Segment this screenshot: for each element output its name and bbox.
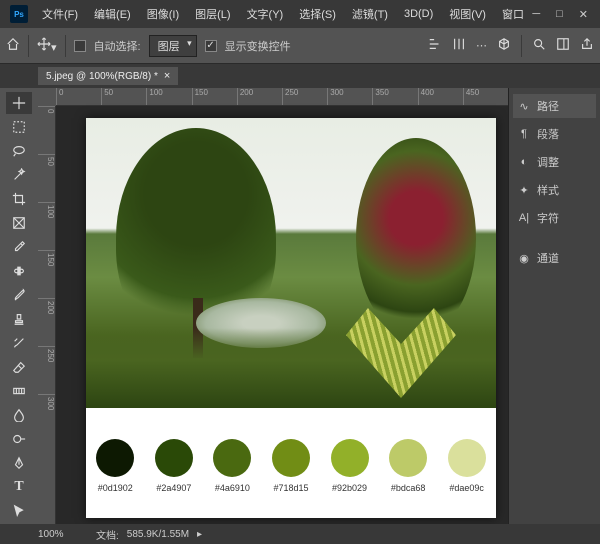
crop-tool[interactable] xyxy=(6,188,32,210)
close-icon[interactable]: ✕ xyxy=(579,8,588,21)
swatch-7: #dae09c xyxy=(448,439,486,493)
color-palette-strip: #0d1902 #2a4907 #4a6910 #718d15 #92b029 … xyxy=(86,408,496,518)
menu-filter[interactable]: 滤镜(T) xyxy=(344,6,396,22)
minimize-icon[interactable]: ─ xyxy=(532,8,540,21)
auto-select-label: 自动选择: xyxy=(94,38,141,54)
workspace-icon[interactable] xyxy=(556,37,570,54)
document-tab-strip: 5.jpeg @ 100%(RGB/8) * × xyxy=(0,64,600,88)
toolbox: T xyxy=(0,88,38,524)
doc-size-label: 文档: xyxy=(96,527,119,542)
share-icon[interactable] xyxy=(580,37,594,54)
blur-tool[interactable] xyxy=(6,404,32,426)
app-logo-icon: Ps xyxy=(10,5,28,23)
swatch-1: #0d1902 xyxy=(96,439,134,493)
auto-select-checkbox[interactable] xyxy=(74,40,86,52)
move-tool[interactable] xyxy=(6,92,32,114)
maximize-icon[interactable]: □ xyxy=(556,8,563,21)
menu-view[interactable]: 视图(V) xyxy=(441,6,494,22)
paragraph-icon: ¶ xyxy=(517,128,531,140)
distribute-icon[interactable] xyxy=(452,37,466,54)
ruler-horizontal[interactable]: 050100150200250300350400450 xyxy=(56,88,508,106)
channels-icon: ◉ xyxy=(517,252,531,265)
menu-select[interactable]: 选择(S) xyxy=(291,6,344,22)
right-panel-dock: ∿路径 ¶段落 ◐调整 ✦样式 A|字符 ◉通道 xyxy=(508,88,600,524)
home-icon[interactable] xyxy=(6,37,20,54)
menu-3d[interactable]: 3D(D) xyxy=(396,8,441,20)
menu-text[interactable]: 文字(Y) xyxy=(239,6,292,22)
status-chevron-icon[interactable]: ▸ xyxy=(197,529,202,540)
search-icon[interactable] xyxy=(532,37,546,54)
stamp-tool[interactable] xyxy=(6,308,32,330)
panel-channels[interactable]: ◉通道 xyxy=(513,246,596,270)
adjust-icon: ◐ xyxy=(517,156,531,168)
overflow-icon[interactable]: ⋯ xyxy=(476,39,487,52)
panel-paths[interactable]: ∿路径 xyxy=(513,94,596,118)
panel-adjust[interactable]: ◐调整 xyxy=(513,150,596,174)
history-brush-tool[interactable] xyxy=(6,332,32,354)
options-bar: ▾ 自动选择: 图层 显示变换控件 ⋯ xyxy=(0,28,600,64)
align-icon[interactable] xyxy=(428,37,442,54)
show-transform-checkbox[interactable] xyxy=(205,40,217,52)
wand-tool[interactable] xyxy=(6,164,32,186)
lasso-tool[interactable] xyxy=(6,140,32,162)
ruler-vertical[interactable]: 050100150200250300 xyxy=(38,106,56,524)
document-tab[interactable]: 5.jpeg @ 100%(RGB/8) * × xyxy=(38,67,178,85)
gradient-tool[interactable] xyxy=(6,380,32,402)
swatch-3: #4a6910 xyxy=(213,439,251,493)
canvas-area[interactable]: 050100150200250300350400450 050100150200… xyxy=(38,88,508,524)
heal-tool[interactable] xyxy=(6,260,32,282)
doc-size-value: 585.9K/1.55M xyxy=(127,529,189,540)
close-tab-icon[interactable]: × xyxy=(164,70,170,82)
eyedropper-tool[interactable] xyxy=(6,236,32,258)
menu-file[interactable]: 文件(F) xyxy=(34,6,86,22)
brush-tool[interactable] xyxy=(6,284,32,306)
3d-mode-icon[interactable] xyxy=(497,37,511,54)
styles-icon: ✦ xyxy=(517,184,531,197)
move-tool-indicator-icon[interactable]: ▾ xyxy=(37,37,57,54)
panel-character[interactable]: A|字符 xyxy=(513,206,596,230)
swatch-2: #2a4907 xyxy=(155,439,193,493)
path-select-tool[interactable] xyxy=(6,500,32,522)
menu-layer[interactable]: 图层(L) xyxy=(187,6,238,22)
swatch-6: #bdca68 xyxy=(389,439,427,493)
show-transform-label: 显示变换控件 xyxy=(225,38,291,54)
character-icon: A| xyxy=(517,212,531,224)
frame-tool[interactable] xyxy=(6,212,32,234)
document-tab-title: 5.jpeg @ 100%(RGB/8) * xyxy=(46,71,158,82)
swatch-4: #718d15 xyxy=(272,439,310,493)
canvas-document[interactable]: #0d1902 #2a4907 #4a6910 #718d15 #92b029 … xyxy=(86,118,496,518)
menu-image[interactable]: 图像(I) xyxy=(139,6,187,22)
pen-tool[interactable] xyxy=(6,452,32,474)
menu-window[interactable]: 窗口 xyxy=(494,6,532,22)
panel-styles[interactable]: ✦样式 xyxy=(513,178,596,202)
panel-paragraph[interactable]: ¶段落 xyxy=(513,122,596,146)
status-bar: 100% 文档: 585.9K/1.55M ▸ xyxy=(0,524,600,544)
auto-select-target-dropdown[interactable]: 图层 xyxy=(149,35,197,57)
titlebar: Ps 文件(F) 编辑(E) 图像(I) 图层(L) 文字(Y) 选择(S) 滤… xyxy=(0,0,600,28)
menu-edit[interactable]: 编辑(E) xyxy=(86,6,139,22)
eraser-tool[interactable] xyxy=(6,356,32,378)
photo-content xyxy=(86,118,496,408)
ruler-origin[interactable] xyxy=(38,88,56,106)
type-tool[interactable]: T xyxy=(6,476,32,498)
swatch-5: #92b029 xyxy=(331,439,369,493)
dodge-tool[interactable] xyxy=(6,428,32,450)
zoom-level[interactable]: 100% xyxy=(38,529,88,540)
marquee-tool[interactable] xyxy=(6,116,32,138)
paths-icon: ∿ xyxy=(517,100,531,113)
